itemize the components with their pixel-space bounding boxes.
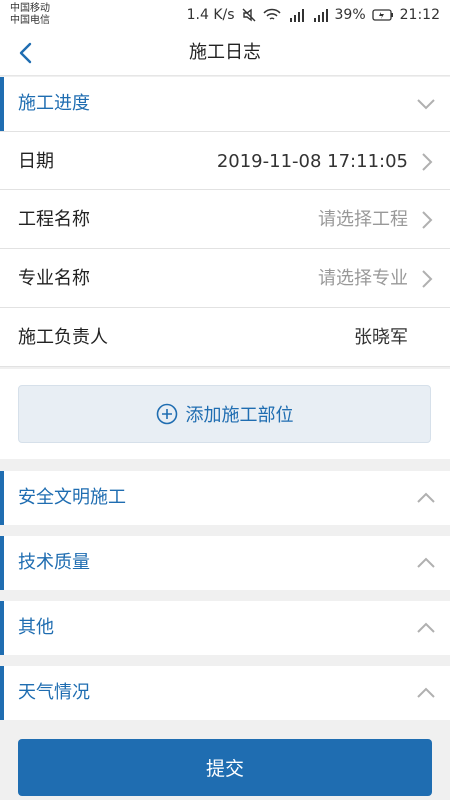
- section-progress[interactable]: 施工进度: [0, 77, 450, 131]
- wifi-icon: [262, 8, 281, 20]
- section-other[interactable]: 其他: [0, 601, 450, 655]
- specialty-placeholder: 请选择专业: [318, 268, 408, 289]
- date-value: 2019-11-08 17:11:05: [216, 151, 408, 172]
- carrier-info: 中国移动 中国电信: [10, 3, 50, 27]
- project-row[interactable]: 工程名称 请选择工程: [0, 190, 450, 249]
- section-quality[interactable]: 技术质量: [0, 536, 450, 590]
- section-progress-label: 施工进度: [18, 93, 90, 114]
- specialty-label: 专业名称: [18, 268, 90, 289]
- plus-circle-icon: [156, 403, 177, 425]
- chevron-right-icon: [422, 153, 433, 171]
- submit-button[interactable]: 提交: [18, 739, 432, 796]
- chevron-up-icon: [417, 687, 435, 698]
- add-construction-part-label: 添加施工部位: [185, 405, 294, 426]
- section-weather-label: 天气情况: [18, 682, 90, 703]
- status-icons: 1.4 K/s 39% 21:12: [187, 6, 440, 24]
- manager-value: 张晓军: [354, 327, 408, 348]
- manager-row: 施工负责人 张晓军: [0, 308, 450, 367]
- signal-4g-icon: [313, 9, 328, 22]
- section-safety-label: 安全文明施工: [18, 487, 126, 508]
- network-speed: 1.4 K/s: [186, 7, 235, 23]
- page-title: 施工日志: [189, 42, 261, 63]
- mute-icon: [242, 8, 256, 22]
- manager-label: 施工负责人: [18, 327, 108, 348]
- carrier-2: 中国电信: [10, 15, 50, 26]
- battery-icon: [371, 9, 393, 21]
- carrier-1: 中国移动: [10, 3, 50, 14]
- project-label: 工程名称: [18, 209, 90, 230]
- date-label: 日期: [18, 151, 54, 172]
- date-row[interactable]: 日期 2019-11-08 17:11:05: [0, 131, 450, 190]
- signal-2g-icon: [289, 9, 304, 22]
- chevron-down-icon: [417, 99, 435, 110]
- section-quality-label: 技术质量: [18, 552, 90, 573]
- specialty-row[interactable]: 专业名称 请选择专业: [0, 249, 450, 308]
- app-header: 施工日志: [0, 30, 450, 76]
- battery-percent: 39%: [334, 7, 366, 23]
- chevron-up-icon: [417, 622, 435, 633]
- chevron-up-icon: [417, 492, 435, 503]
- chevron-right-icon: [422, 211, 433, 229]
- add-construction-part-button[interactable]: 添加施工部位: [18, 385, 431, 443]
- chevron-left-icon: [19, 42, 32, 64]
- section-safety[interactable]: 安全文明施工: [0, 471, 450, 525]
- back-button[interactable]: [10, 38, 40, 68]
- section-weather[interactable]: 天气情况: [0, 666, 450, 720]
- section-other-label: 其他: [18, 617, 54, 638]
- chevron-up-icon: [417, 557, 435, 568]
- project-placeholder: 请选择工程: [318, 209, 408, 230]
- status-bar: 中国移动 中国电信 1.4 K/s 39% 21:12: [0, 0, 450, 30]
- clock: 21:12: [399, 7, 440, 23]
- chevron-right-icon: [422, 270, 433, 288]
